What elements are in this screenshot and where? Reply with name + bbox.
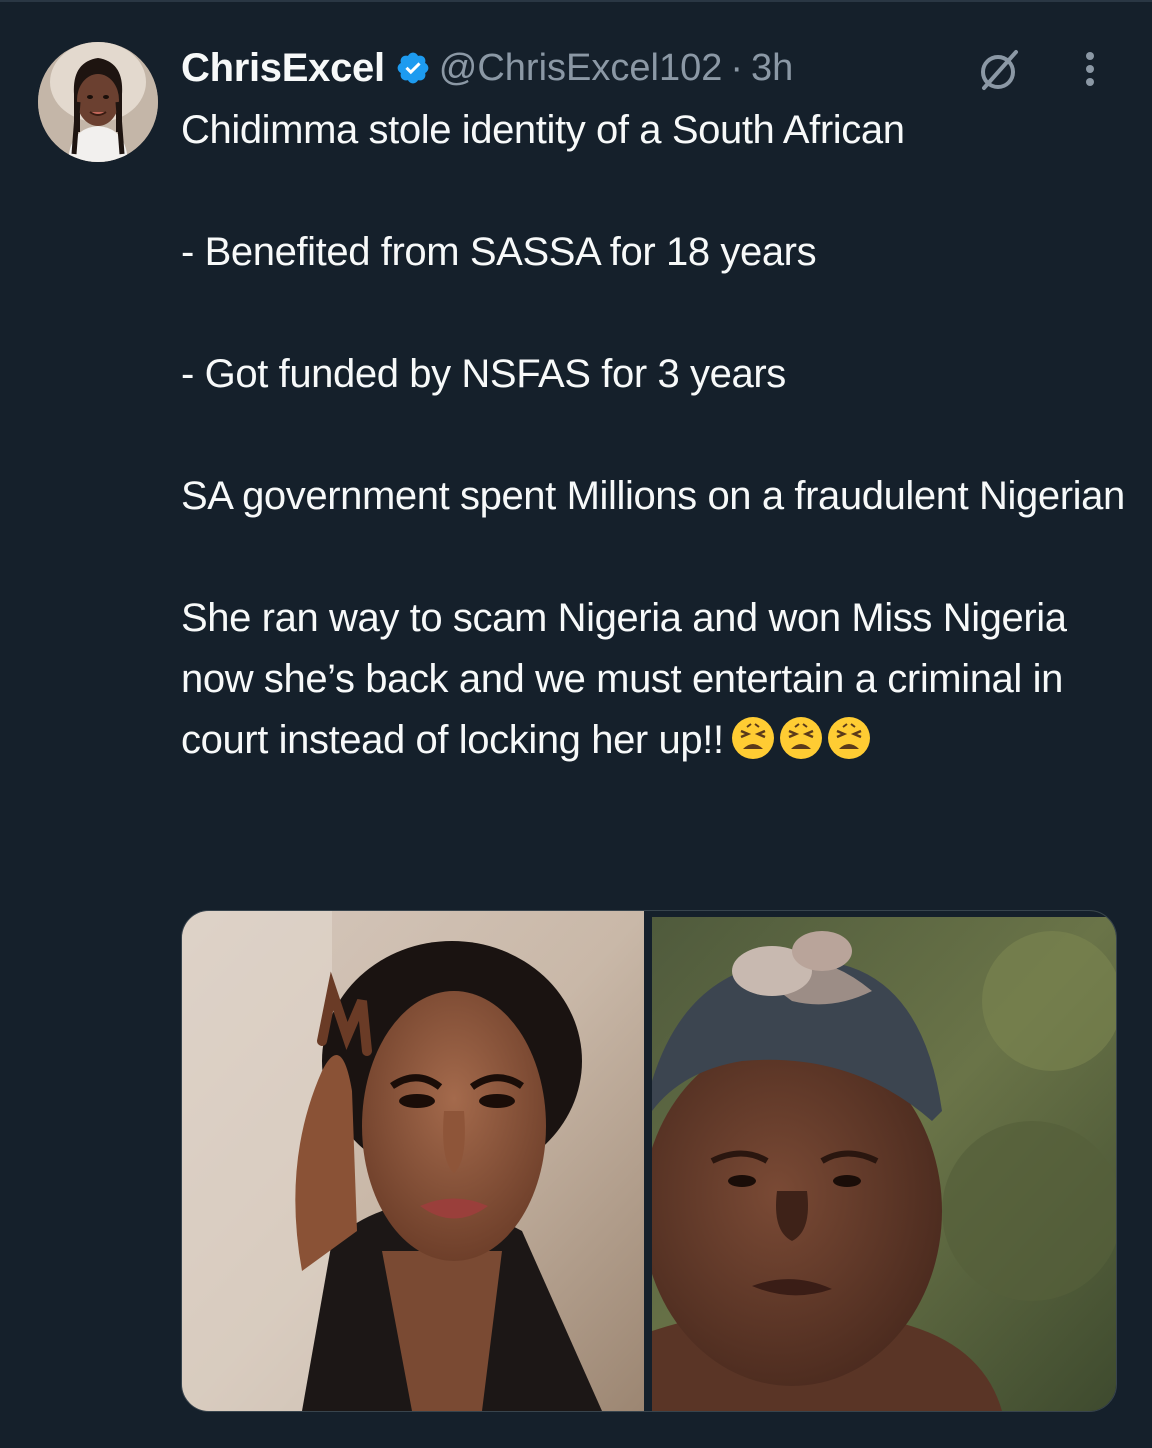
tweet-body: Chidimma stole identity of a South Afric… (181, 100, 1131, 779)
more-vertical-icon[interactable] (1078, 48, 1102, 90)
verified-badge-icon[interactable] (395, 50, 431, 86)
weary-face-emoji-icon (731, 717, 774, 759)
photo-woman-headwrap[interactable] (652, 911, 1116, 1411)
media-divider (644, 911, 652, 1411)
emoji-group (730, 715, 874, 779)
tweet-text-line: SA government spent Millions on a fraudu… (181, 474, 1125, 518)
tweet-text-line: - Benefited from SASSA for 18 years (181, 230, 817, 274)
tweet[interactable]: ChrisExcel @ChrisExcel102 · 3h Chidimma … (0, 0, 1152, 1448)
tweet-text-line: She ran way to scam Nigeria and won Miss… (181, 596, 1078, 762)
grok-icon[interactable] (976, 48, 1024, 92)
weary-face-emoji-icon (827, 717, 870, 759)
separator-dot: · (730, 46, 744, 89)
tweet-timestamp[interactable]: 3h (751, 47, 793, 90)
photo-woman-glam-portrait[interactable] (182, 911, 644, 1411)
weary-face-emoji-icon (779, 717, 822, 759)
author-handle[interactable]: @ChrisExcel102 (439, 47, 723, 90)
tweet-media-grid (181, 910, 1117, 1412)
author-display-name[interactable]: ChrisExcel (181, 46, 385, 91)
tweet-text-line: Chidimma stole identity of a South Afric… (181, 108, 905, 152)
author-avatar[interactable] (38, 42, 158, 162)
tweet-text-line: - Got funded by NSFAS for 3 years (181, 352, 786, 396)
tweet-text-paragraph: She ran way to scam Nigeria and won Miss… (181, 588, 1131, 779)
tweet-header: ChrisExcel @ChrisExcel102 · 3h (181, 42, 793, 94)
